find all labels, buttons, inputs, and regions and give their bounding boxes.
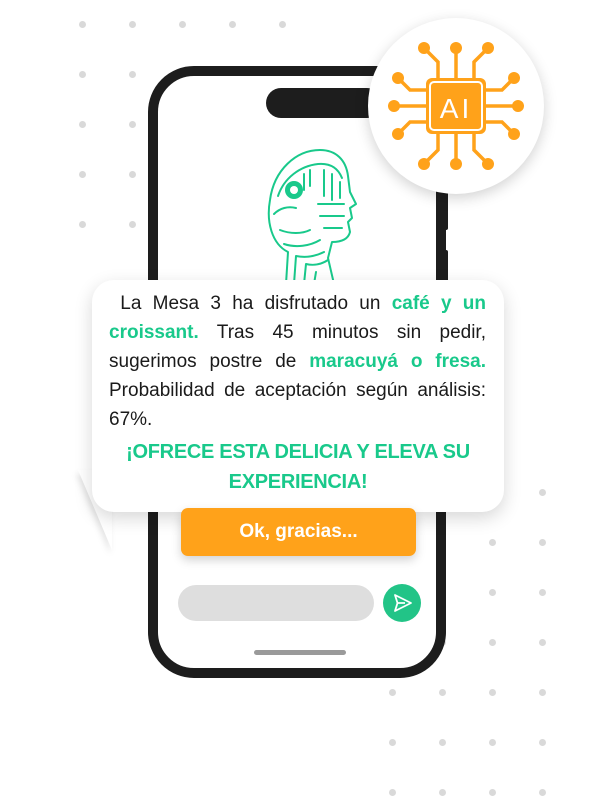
background-dot [79, 21, 86, 28]
background-dot [389, 689, 396, 696]
background-dot [489, 739, 496, 746]
background-dot [389, 739, 396, 746]
phone-notch [266, 88, 382, 118]
send-button[interactable] [383, 584, 421, 622]
background-dot [439, 739, 446, 746]
background-dot [79, 171, 86, 178]
background-dot [79, 71, 86, 78]
background-dot [539, 789, 546, 796]
background-dot [539, 489, 546, 496]
background-dot [129, 71, 136, 78]
background-dot [129, 121, 136, 128]
message-highlight-dessert: maracuyá o fresa. [309, 351, 487, 372]
ok-thanks-button[interactable]: Ok, gracias... [181, 508, 416, 556]
background-dot [179, 21, 186, 28]
message-text: Probabilidad de aceptación según análisi… [109, 380, 486, 430]
background-dot [79, 121, 86, 128]
ai-chip-icon: AI [388, 42, 524, 170]
background-dot [439, 689, 446, 696]
home-indicator [254, 650, 346, 655]
suggestion-message: La Mesa 3 ha disfrutado un café y un cro… [109, 289, 486, 434]
message-input[interactable] [178, 585, 374, 621]
background-dot [79, 221, 86, 228]
background-dot [129, 171, 136, 178]
background-dot [489, 639, 496, 646]
background-dot [439, 789, 446, 796]
call-to-action: ¡OFRECE ESTA DELICIA Y ELEVA SU EXPERIEN… [126, 441, 470, 493]
ai-badge-label: AI [440, 93, 472, 124]
background-dot [539, 639, 546, 646]
robot-head-icon [267, 149, 357, 284]
background-dot [489, 789, 496, 796]
background-dot [539, 689, 546, 696]
background-dot [229, 21, 236, 28]
background-dot [539, 539, 546, 546]
background-dot [279, 21, 286, 28]
send-icon [394, 594, 412, 612]
background-dot [489, 589, 496, 596]
background-dot [129, 221, 136, 228]
background-dot [539, 739, 546, 746]
message-text: La Mesa 3 ha disfrutado un [120, 293, 392, 314]
background-dot [489, 539, 496, 546]
background-dot [539, 589, 546, 596]
background-dot [389, 789, 396, 796]
background-dot [489, 689, 496, 696]
background-dot [129, 21, 136, 28]
